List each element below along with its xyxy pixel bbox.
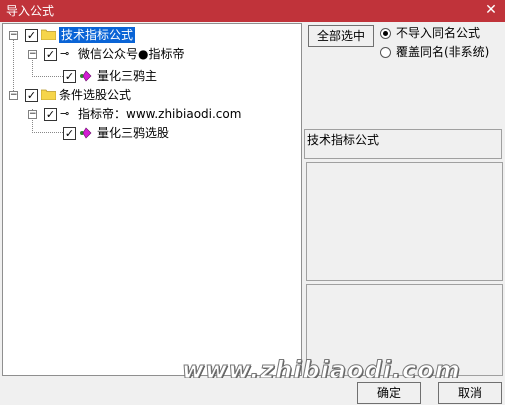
options-panel: 全部选中 不导入同名公式 覆盖同名(非系统) 技术指标公式 <box>304 23 505 376</box>
tree-item-formula[interactable]: ✓ 量化三鸦主 <box>3 67 301 85</box>
checkbox-checked-icon[interactable]: ✓ <box>44 108 57 121</box>
collapse-icon[interactable]: − <box>28 110 37 119</box>
collapse-icon[interactable]: − <box>9 91 18 100</box>
checkbox-checked-icon[interactable]: ✓ <box>25 29 38 42</box>
tree-item-formula[interactable]: ✓ 量化三鸦选股 <box>3 124 301 142</box>
radio-skip-label[interactable]: 不导入同名公式 <box>396 25 480 41</box>
checkbox-checked-icon[interactable]: ✓ <box>44 48 57 61</box>
tree-item-label: 技术指标公式 <box>59 27 136 43</box>
ok-button[interactable]: 确定 <box>357 382 421 404</box>
tree-item-label: 微信公众号●指标帝 <box>78 47 185 61</box>
radio-overwrite[interactable] <box>380 47 391 58</box>
tree-item-label: 量化三鸦主 <box>97 69 158 83</box>
cancel-button[interactable]: 取消 <box>438 382 502 404</box>
tree-item-tech-indicators[interactable]: − ✓ 技术指标公式 <box>3 26 301 44</box>
footer-bar: 确定 取消 <box>0 378 505 405</box>
formula-icon <box>80 70 92 82</box>
tree-item-condition-selection[interactable]: − ✓ 条件选股公式 <box>3 86 301 104</box>
tree-item-site[interactable]: − ✓ ⊸ 指标帝：www.zhibiaodi.com <box>3 105 301 123</box>
tree-item-label: 指标帝：www.zhibiaodi.com <box>78 107 242 121</box>
formula-tree[interactable]: − ✓ 技术指标公式 − ✓ ⊸ 微信公众号●指标帝 ✓ 量化三鸦主 − ✓ 条… <box>2 23 302 376</box>
key-icon: ⊸ <box>60 107 70 120</box>
tree-item-wechat[interactable]: − ✓ ⊸ 微信公众号●指标帝 <box>3 45 301 63</box>
title-bar: 导入公式 ✕ <box>0 0 505 22</box>
radio-overwrite-label[interactable]: 覆盖同名(非系统) <box>396 44 489 60</box>
checkbox-checked-icon[interactable]: ✓ <box>63 127 76 140</box>
tree-item-label: 量化三鸦选股 <box>97 126 170 140</box>
description-box <box>306 162 503 281</box>
folder-icon <box>41 89 56 100</box>
category-text: 技术指标公式 <box>307 133 380 147</box>
key-icon: ⊸ <box>60 47 70 60</box>
checkbox-checked-icon[interactable]: ✓ <box>63 70 76 83</box>
tree-item-label: 条件选股公式 <box>59 88 132 102</box>
folder-icon <box>41 29 56 40</box>
close-icon[interactable]: ✕ <box>483 2 499 18</box>
checkbox-checked-icon[interactable]: ✓ <box>25 89 38 102</box>
formula-icon <box>80 127 92 139</box>
window-title: 导入公式 <box>6 4 55 18</box>
collapse-icon[interactable]: − <box>9 31 18 40</box>
collapse-icon[interactable]: − <box>28 50 37 59</box>
category-info: 技术指标公式 <box>304 129 502 159</box>
radio-skip[interactable] <box>380 28 391 39</box>
select-all-button[interactable]: 全部选中 <box>308 25 374 47</box>
